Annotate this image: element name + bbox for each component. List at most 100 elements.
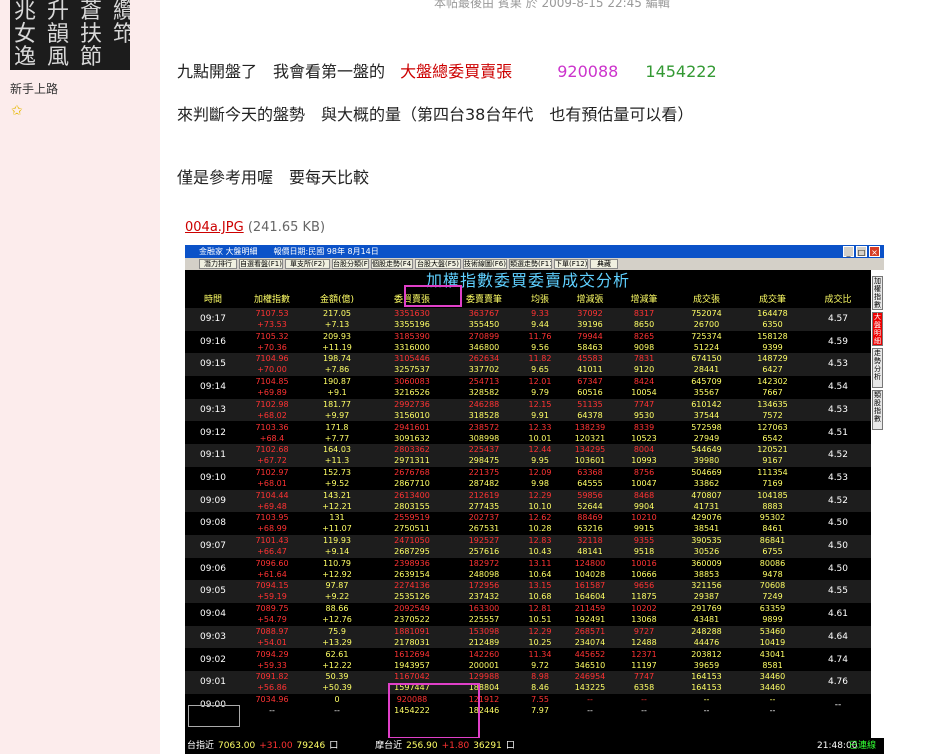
- table-row[interactable]: 09:14 7104.85 +69.89 190.87 +9.1 3060083 32165…: [185, 376, 871, 399]
- app-title-bar: 金融家 大盤明細 報價日期:民國 98年 8月14日: [185, 245, 884, 258]
- cell-value: 246954: [574, 672, 606, 682]
- toolbar-button[interactable]: 個股走勢(F4): [371, 259, 413, 269]
- star-icon: ✩: [11, 103, 23, 119]
- toolbar-button[interactable]: 類選走勢(F11): [509, 259, 552, 269]
- column-header[interactable]: 成交筆: [740, 292, 805, 308]
- cell-subvalue: 2178031: [394, 637, 430, 647]
- cell-value: 572598: [691, 422, 722, 432]
- cell-value: 152.73: [323, 467, 351, 477]
- column-header[interactable]: 金額(億): [303, 292, 371, 308]
- cell-value: 445652: [574, 649, 606, 659]
- table-row[interactable]: 09:04 7089.75 +54.79 88.66 +12.76 2092549 2370…: [185, 603, 871, 626]
- row-time: 09:16: [200, 336, 226, 347]
- cell-subvalue: 2971311: [394, 456, 430, 466]
- cell-subvalue: 11875: [631, 592, 657, 602]
- column-header[interactable]: 時間: [185, 292, 241, 308]
- table-row[interactable]: 09:15 7104.96 +70.00 198.74 +7.86 3105446 3257…: [185, 353, 871, 377]
- column-header[interactable]: 加權指數: [241, 292, 303, 308]
- cell-subvalue: 212489: [468, 637, 500, 647]
- table-row[interactable]: 09:03 7088.97 +54.01 75.9 +13.29 1881091 21780…: [185, 625, 871, 649]
- cell-value: 110.79: [323, 558, 351, 568]
- close-icon[interactable]: ×: [869, 246, 880, 257]
- cell-subvalue: 3216526: [394, 388, 430, 398]
- cell-value: 7034.96: [255, 694, 289, 704]
- minimize-icon[interactable]: _: [843, 246, 854, 257]
- cell-value: 119.93: [323, 536, 351, 545]
- toolbar-button[interactable]: 潛力排行: [199, 259, 237, 269]
- table-row[interactable]: 09:09 7104.44 +69.48 143.21 +12.21 2613400 280…: [185, 489, 871, 513]
- row-time: 09:03: [200, 631, 226, 642]
- cell-subvalue: 3316000: [394, 342, 430, 352]
- column-header[interactable]: 成交比: [805, 292, 871, 308]
- cell-value: 2274136: [394, 581, 430, 591]
- post-line-1: 九點開盤了 我會看第一盤的 大盤總委買賣張 920088 1454222: [177, 58, 717, 82]
- cell-value: 2676768: [394, 467, 430, 477]
- attachment-link[interactable]: 004a.JPG: [185, 220, 244, 235]
- user-rank-link[interactable]: 新手上路: [10, 80, 58, 97]
- table-row[interactable]: 09:02 7094.29 +59.33 62.61 +12.22 1612694 1943…: [185, 649, 871, 672]
- table-row[interactable]: 09:01 7091.82 +56.86 50.39 +50.39 1167042 1597…: [185, 671, 871, 694]
- table-row[interactable]: 09:13 7102.98 +68.02 181.77 +9.97 2992736 3156…: [185, 398, 871, 422]
- toolbar-button[interactable]: 技術線圖(F6): [463, 259, 507, 269]
- table-row[interactable]: 09:05 7094.15 +59.19 97.87 +9.22 2274136 25351…: [185, 580, 871, 604]
- cell-subvalue: 200001: [468, 660, 500, 670]
- toolbar-button[interactable]: 台股大盤(F5): [415, 259, 461, 269]
- column-header[interactable]: 增減筆: [615, 292, 673, 308]
- attached-screenshot[interactable]: 金融家 大盤明細 報價日期:民國 98年 8月14日 _ □ × 潛力排行 自選看…: [185, 245, 884, 754]
- column-header[interactable]: 成交張: [673, 292, 740, 308]
- toolbar-button[interactable]: 下單(F12): [554, 259, 588, 269]
- cell-subvalue: 9399: [762, 342, 783, 352]
- cell-subvalue: 3355196: [394, 320, 430, 329]
- tw-price: 7063.00: [218, 741, 256, 751]
- cell-subvalue: 9904: [633, 501, 655, 511]
- cell-value: 390535: [691, 536, 722, 545]
- cell-subvalue: 10.28: [528, 524, 552, 534]
- cell-value: 8004: [633, 445, 655, 455]
- cell-subvalue: 27949: [693, 433, 720, 443]
- cell-subvalue: +50.39: [322, 683, 352, 693]
- row-ratio: 4.54: [827, 382, 849, 393]
- cell-value: 63368: [577, 467, 603, 477]
- cell-subvalue: 39659: [693, 660, 720, 670]
- cell-value: 2398936: [394, 558, 430, 568]
- avatar[interactable]: 兆 升 蒼 纜 女 韻 扶 筇 書 逸 風 節: [10, 0, 130, 70]
- table-row[interactable]: 09:16 7105.32 +70.36 209.93 +11.19 3185390 331…: [185, 331, 871, 354]
- cell-value: 3185390: [394, 331, 430, 341]
- table-row[interactable]: 09:07 7101.43 +66.47 119.93 +9.14 2471050 2687…: [185, 535, 871, 558]
- maximize-icon[interactable]: □: [856, 246, 867, 257]
- cell-subvalue: 52644: [577, 501, 603, 511]
- cell-subvalue: +70.36: [257, 342, 287, 352]
- cell-value: 262634: [468, 354, 500, 364]
- cell-value: 8317: [633, 309, 655, 318]
- table-row[interactable]: 09:00 7034.96 -- 0 -- 920088 1454222 121912 1824…: [185, 694, 871, 717]
- side-tab[interactable]: 類股指數: [872, 390, 883, 430]
- table-row[interactable]: 09:10 7102.97 +68.01 152.73 +9.52 2676768 2867…: [185, 467, 871, 490]
- toolbar-button[interactable]: 自選看盤(F1): [239, 259, 283, 269]
- table-row[interactable]: 09:08 7103.95 +68.99 131 +11.07 2559519 275051…: [185, 512, 871, 535]
- table-row[interactable]: 09:17 7107.53 +73.53 217.05 +7.13 3351630 3355…: [185, 308, 871, 331]
- table-row[interactable]: 09:06 7096.60 +61.64 110.79 +12.92 2398936 263…: [185, 558, 871, 581]
- cell-subvalue: 318528: [468, 410, 500, 420]
- cell-value: 37092: [577, 309, 603, 318]
- toolbar-button[interactable]: 台股分類(F3): [332, 259, 369, 269]
- side-tab[interactable]: 加權指數: [872, 276, 883, 310]
- cell-subvalue: +9.97: [324, 410, 350, 420]
- column-header[interactable]: 增減張: [565, 292, 615, 308]
- cell-subvalue: 8581: [762, 660, 783, 670]
- cell-subvalue: +12.92: [322, 569, 352, 579]
- table-row[interactable]: 09:11 7102.68 +67.72 164.03 +11.3 2803362 2971…: [185, 444, 871, 467]
- side-tab[interactable]: 大盤明細: [872, 312, 883, 346]
- cell-subvalue: 298475: [468, 456, 500, 466]
- cell-value: 111354: [757, 467, 788, 477]
- table-row[interactable]: 09:12 7103.36 +68.4 171.8 +7.77 2941601 309163…: [185, 422, 871, 445]
- cell-value: 164.03: [323, 445, 351, 455]
- toolbar-button[interactable]: 單支所(F2): [285, 259, 330, 269]
- side-tab[interactable]: 走勢分析: [872, 348, 883, 388]
- column-header[interactable]: 均張: [515, 292, 565, 308]
- cell-subvalue: 58463: [577, 342, 603, 352]
- column-header[interactable]: 委賣賣筆: [453, 292, 515, 308]
- row-time: 09:17: [200, 314, 226, 324]
- cell-subvalue: +12.76: [322, 615, 352, 625]
- toolbar-button[interactable]: 典藏: [590, 259, 618, 269]
- cell-value: 2992736: [394, 399, 430, 409]
